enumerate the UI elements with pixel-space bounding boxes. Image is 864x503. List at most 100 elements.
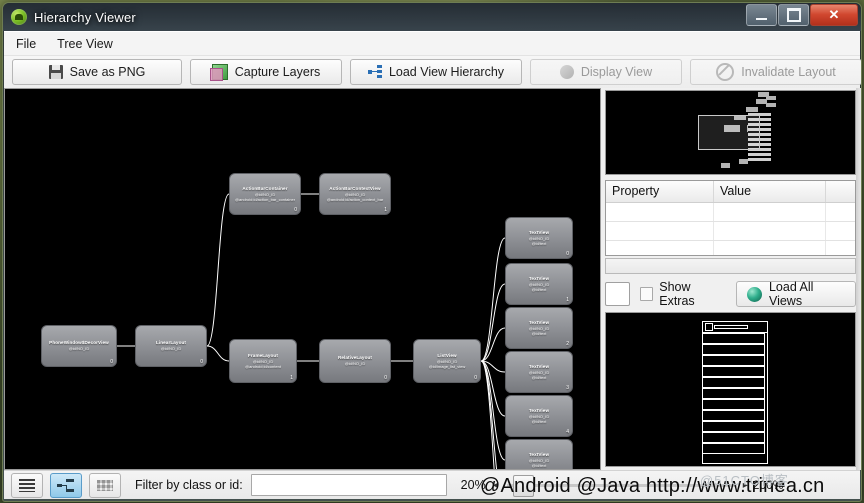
graph-node[interactable]: TextView @id/NO_ID @id/text 4 xyxy=(505,395,573,437)
node-index: 0 xyxy=(110,359,113,365)
globe-icon xyxy=(746,286,762,302)
graph-node[interactable]: ActionBarContainer @id/NO_ID @android:id/a… xyxy=(229,173,301,215)
wireframe-icon xyxy=(705,323,713,331)
show-extras-checkbox[interactable] xyxy=(639,287,654,301)
menu-item-tree-view[interactable]: Tree View xyxy=(48,34,122,54)
node-text: @id/text xyxy=(531,331,547,336)
table-row[interactable] xyxy=(606,222,855,241)
wireframe-row xyxy=(702,344,765,355)
hierarchy-canvas[interactable]: PhoneWindow$DecorView @id/NO_ID 0 LinearLay… xyxy=(4,88,601,470)
wireframe-row xyxy=(702,355,765,366)
wireframe-row xyxy=(702,399,765,410)
node-index: 4 xyxy=(566,429,569,435)
grid-view-mode-button[interactable] xyxy=(89,472,121,498)
node-id: @id/NO_ID xyxy=(344,361,366,367)
node-text: @id/text xyxy=(531,375,547,380)
cell-extra xyxy=(826,241,855,255)
maximize-button[interactable] xyxy=(778,4,809,26)
wireframe-row xyxy=(702,410,765,421)
toolbar: Save as PNG Capture Layers Load View Hie… xyxy=(4,56,861,89)
node-index: 3 xyxy=(566,385,569,391)
window-controls: ✕ xyxy=(745,4,858,26)
wireframe-row xyxy=(702,333,765,344)
table-row[interactable] xyxy=(606,203,855,222)
extras-row: Show Extras Load All Views xyxy=(605,280,856,308)
graph-node[interactable]: PhoneWindow$DecorView @id/NO_ID 0 xyxy=(41,325,117,367)
minimize-button[interactable] xyxy=(746,4,777,26)
table-row[interactable] xyxy=(606,241,855,255)
layout-wireframe-preview[interactable] xyxy=(605,312,856,467)
node-index: 0 xyxy=(294,207,297,213)
wireframe-row xyxy=(702,366,765,377)
window-title: Hierarchy Viewer xyxy=(34,9,136,25)
cell-property xyxy=(606,222,714,240)
load-view-hierarchy-label: Load View Hierarchy xyxy=(388,65,505,79)
save-as-png-label: Save as PNG xyxy=(69,65,146,79)
graph-node[interactable]: TextView @id/NO_ID @id/text 3 xyxy=(505,351,573,393)
node-index: 1 xyxy=(384,207,387,213)
node-index: 0 xyxy=(566,251,569,257)
graph-node[interactable]: TextView @id/NO_ID @id/text 2 xyxy=(505,307,573,349)
node-text: @id/image_list_view xyxy=(428,364,466,369)
property-table[interactable]: Property Value xyxy=(605,180,856,256)
load-view-hierarchy-button[interactable]: Load View Hierarchy xyxy=(350,59,522,85)
save-icon xyxy=(48,65,63,79)
display-view-button[interactable]: Display View xyxy=(530,59,682,85)
tree-view-mode-button[interactable] xyxy=(50,472,82,498)
minimap-viewport[interactable] xyxy=(698,115,760,150)
color-swatch[interactable] xyxy=(605,282,630,306)
cell-value xyxy=(714,203,826,221)
graph-node[interactable]: FrameLayout @id/NO_ID @android:id/content 1 xyxy=(229,339,297,383)
hierarchy-icon xyxy=(367,65,382,79)
close-button[interactable]: ✕ xyxy=(810,4,858,26)
cell-extra xyxy=(826,222,855,240)
wireframe-row xyxy=(702,388,765,399)
cell-value xyxy=(714,222,826,240)
graph-edge xyxy=(206,193,230,347)
node-id: @id/NO_ID xyxy=(68,346,90,352)
invalidate-layout-button[interactable]: Invalidate Layout xyxy=(690,59,861,85)
minimap-node xyxy=(766,103,776,107)
node-text: @id/text xyxy=(531,287,547,292)
graph-edge xyxy=(480,360,495,469)
show-extras-label: Show Extras xyxy=(659,280,695,308)
node-text: @id/text xyxy=(531,241,547,246)
graph-node[interactable]: ActionBarContextView @id/NO_ID @android:id… xyxy=(319,173,391,215)
node-index: 1 xyxy=(566,297,569,303)
display-view-label: Display View xyxy=(580,65,653,79)
menu-bar: File Tree View xyxy=(4,32,860,56)
filter-input[interactable] xyxy=(250,474,447,496)
capture-layers-button[interactable]: Capture Layers xyxy=(190,59,342,85)
main-split: PhoneWindow$DecorView @id/NO_ID 0 LinearLay… xyxy=(4,88,860,470)
graph-edge xyxy=(206,345,230,362)
list-view-mode-button[interactable] xyxy=(11,472,43,498)
save-as-png-button[interactable]: Save as PNG xyxy=(12,59,182,85)
capture-layers-label: Capture Layers xyxy=(234,65,321,79)
client-area: File Tree View Save as PNG Capture Layer… xyxy=(4,31,861,499)
wireframe-title xyxy=(714,325,748,329)
tree-icon xyxy=(57,478,75,492)
load-all-views-button[interactable]: Load All Views xyxy=(735,280,856,308)
invalidate-layout-label: Invalidate Layout xyxy=(741,65,836,79)
cell-extra xyxy=(826,203,855,221)
vertical-scrollbar[interactable] xyxy=(856,88,861,470)
load-all-views-label: Load All Views xyxy=(768,280,814,308)
minimap-node xyxy=(721,163,730,168)
node-text: @android:id/action_bar_container xyxy=(234,197,296,202)
wireframe-row xyxy=(702,443,765,454)
node-text: @android:id/content xyxy=(245,364,281,369)
minimap-node xyxy=(766,96,776,100)
graph-node[interactable]: TextView@id/NO_ID@id/text5 xyxy=(505,439,573,469)
property-table-footer xyxy=(605,258,856,274)
android-icon xyxy=(11,9,27,25)
graph-node[interactable]: TextView @id/NO_ID @id/text 1 xyxy=(505,263,573,305)
graph-node[interactable]: LinearLayout @id/NO_ID 0 xyxy=(135,325,207,367)
graph-node[interactable]: TextView @id/NO_ID @id/text 0 xyxy=(505,217,573,259)
graph-node[interactable]: ListView @id/NO_ID @id/image_list_view 0 xyxy=(413,339,481,383)
hierarchy-viewer-window: Hierarchy Viewer ✕ File Tree View Save a… xyxy=(2,2,862,502)
wireframe-row xyxy=(702,432,765,443)
graph-edge xyxy=(480,237,506,362)
menu-item-file[interactable]: File xyxy=(7,34,45,54)
graph-node[interactable]: RelativeLayout @id/NO_ID 0 xyxy=(319,339,391,383)
minimap-overview[interactable] xyxy=(605,90,856,175)
